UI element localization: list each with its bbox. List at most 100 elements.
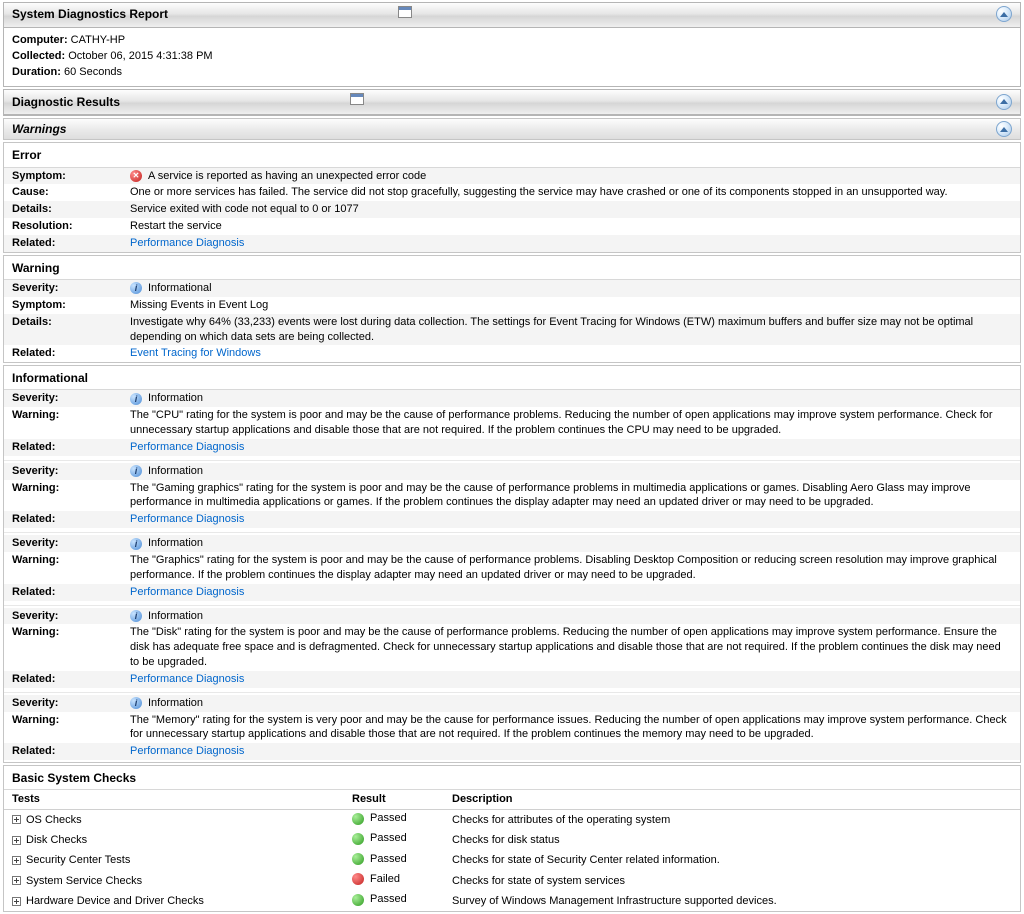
info-related-label: Related: [12, 585, 130, 600]
informational-title: Informational [4, 366, 1020, 390]
report-meta: Computer: CATHY-HP Collected: October 06… [4, 28, 1020, 87]
report-title: System Diagnostics Report [12, 6, 168, 22]
warning-severity: Informational [148, 281, 212, 296]
info-related-label: Related: [12, 672, 130, 687]
check-result: Failed [370, 872, 400, 887]
info-warning-text: The "Memory" rating for the system is ve… [130, 713, 1012, 743]
calendar-icon [398, 6, 412, 18]
error-resolution: Restart the service [130, 219, 1012, 234]
pass-icon [352, 894, 364, 906]
error-section: Error Symptom: A service is reported as … [3, 142, 1021, 252]
table-row: Security Center Tests Passed Checks for st… [4, 851, 1020, 871]
info-icon [130, 610, 142, 622]
info-icon [130, 282, 142, 294]
warning-symptom: Missing Events in Event Log [130, 298, 1012, 313]
informational-item: Severity:InformationWarning:The "Gaming … [4, 460, 1020, 530]
duration-label: Duration: [12, 66, 61, 78]
info-warning-label: Warning: [12, 553, 130, 568]
info-related-link[interactable]: Performance Diagnosis [130, 673, 244, 685]
chevron-up-icon [1000, 12, 1008, 17]
report-header: System Diagnostics Report [4, 3, 1020, 28]
warning-related-link[interactable]: Event Tracing for Windows [130, 347, 261, 359]
check-test: OS Checks [26, 814, 82, 826]
table-row: System Service ChecksFailedChecks for st… [4, 871, 1020, 891]
error-symptom-label: Symptom: [12, 169, 130, 184]
expand-icon[interactable] [12, 876, 21, 885]
pass-icon [352, 833, 364, 845]
info-severity: Information [148, 609, 203, 624]
info-severity: Information [148, 391, 203, 406]
info-warning-label: Warning: [12, 625, 130, 640]
info-warning-text: The "Gaming graphics" rating for the sys… [130, 481, 1012, 511]
collected-label: Collected: [12, 50, 65, 62]
info-related-link[interactable]: Performance Diagnosis [130, 586, 244, 598]
header-center [168, 6, 996, 23]
info-related-label: Related: [12, 440, 130, 455]
info-related-link[interactable]: Performance Diagnosis [130, 441, 244, 453]
error-details-label: Details: [12, 202, 130, 217]
collapse-report-button[interactable] [996, 6, 1012, 22]
checks-header-tests: Tests [4, 790, 344, 809]
check-test: Hardware Device and Driver Checks [26, 895, 204, 907]
info-warning-text: The "Graphics" rating for the system is … [130, 553, 1012, 583]
info-severity-label: Severity: [12, 464, 130, 479]
info-warning-text: The "CPU" rating for the system is poor … [130, 408, 1012, 438]
check-test: Disk Checks [26, 834, 87, 846]
check-description: Checks for state of Security Center rela… [444, 851, 1020, 871]
pass-icon [352, 813, 364, 825]
warning-related-label: Related: [12, 346, 130, 361]
info-related-label: Related: [12, 744, 130, 759]
checks-table: Tests Result Description OS ChecksPassed… [4, 790, 1020, 911]
info-related-link[interactable]: Performance Diagnosis [130, 745, 244, 757]
check-test: Security Center Tests [26, 854, 130, 866]
info-warning-label: Warning: [12, 713, 130, 728]
warning-severity-label: Severity: [12, 281, 130, 296]
check-result: Passed [370, 811, 407, 826]
table-row: OS Checks Passed Checks for attributes of … [4, 810, 1020, 831]
info-severity-label: Severity: [12, 536, 130, 551]
error-cause: One or more services has failed. The ser… [130, 185, 1012, 200]
informational-item: Severity: Information Warning:The "Disk" r… [4, 605, 1020, 690]
info-warning-label: Warning: [12, 481, 130, 496]
results-panel: Diagnostic Results [3, 89, 1021, 116]
expand-icon[interactable] [12, 856, 21, 865]
expand-icon[interactable] [12, 815, 21, 824]
error-title: Error [4, 143, 1020, 167]
check-result: Passed [370, 892, 407, 907]
collapse-warnings-button[interactable] [996, 121, 1012, 137]
info-warning-text: The "Disk" rating for the system is poor… [130, 625, 1012, 670]
informational-item: Severity:InformationWarning:The "CPU" ra… [4, 390, 1020, 457]
info-icon [130, 393, 142, 405]
results-header: Diagnostic Results [4, 90, 1020, 115]
check-description: Checks for attributes of the operating s… [444, 810, 1020, 831]
info-icon [130, 697, 142, 709]
informational-section: Informational Severity:InformationWarnin… [3, 365, 1021, 763]
info-icon [130, 538, 142, 550]
check-description: Survey of Windows Management Infrastruct… [444, 891, 1020, 911]
warning-details-label: Details: [12, 315, 130, 330]
info-related-label: Related: [12, 512, 130, 527]
check-result: Passed [370, 852, 407, 867]
warning-details: Investigate why 64% (33,233) events were… [130, 315, 1012, 345]
warnings-header: Warnings [3, 118, 1021, 140]
check-test: System Service Checks [26, 875, 142, 887]
error-details: Service exited with code not equal to 0 … [130, 202, 1012, 217]
info-severity-label: Severity: [12, 609, 130, 624]
info-related-link[interactable]: Performance Diagnosis [130, 513, 244, 525]
results-title: Diagnostic Results [12, 94, 120, 110]
info-icon [130, 465, 142, 477]
calendar-icon [350, 93, 364, 105]
warning-section: Warning Severity: Informational Symptom:… [3, 255, 1021, 363]
collected-value: October 06, 2015 4:31:38 PM [68, 50, 212, 62]
expand-icon[interactable] [12, 836, 21, 845]
expand-icon[interactable] [12, 897, 21, 906]
error-cause-label: Cause: [12, 185, 130, 200]
warnings-title: Warnings [12, 121, 66, 137]
check-description: Checks for disk status [444, 830, 1020, 850]
warning-symptom-label: Symptom: [12, 298, 130, 313]
checks-section: Basic System Checks Tests Result Descrip… [3, 765, 1021, 912]
collapse-results-button[interactable] [996, 94, 1012, 110]
informational-item: Severity:InformationWarning:The "Memory"… [4, 692, 1020, 762]
info-severity-label: Severity: [12, 391, 130, 406]
error-related-link[interactable]: Performance Diagnosis [130, 237, 244, 249]
